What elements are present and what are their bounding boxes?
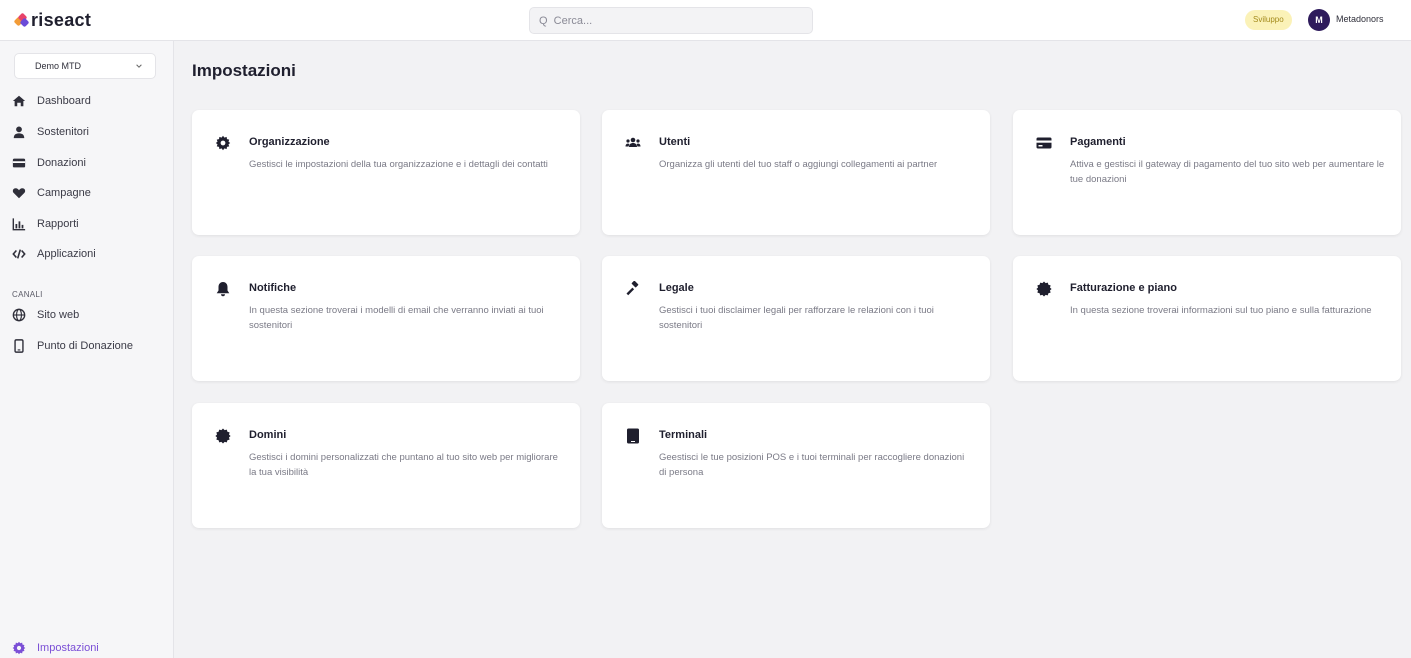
card-title: Legale — [659, 282, 694, 294]
sidebar-item-punto-di-donazione[interactable]: Punto di Donazione — [12, 336, 133, 356]
code-icon — [12, 247, 26, 261]
gavel-icon — [625, 280, 641, 297]
gear-icon — [215, 135, 231, 151]
credit-card-icon — [1036, 135, 1052, 151]
card-title: Fatturazione e piano — [1070, 282, 1177, 294]
card-description: Gestisci i domini personalizzati che pun… — [249, 452, 558, 478]
card-title: Domini — [249, 429, 287, 441]
card-icon — [12, 156, 26, 170]
card-description: Gestisci i tuoi disclaimer legali per ra… — [659, 305, 934, 331]
card-description: Geestisci le tue posizioni POS e i tuoi … — [659, 452, 965, 478]
globe-icon — [12, 308, 26, 322]
page-title: Impostazioni — [192, 61, 296, 80]
search-box[interactable] — [529, 7, 813, 34]
sidebar-item-donazioni[interactable]: Donazioni — [12, 153, 86, 173]
sidebar-item-label: Impostazioni — [37, 642, 99, 654]
sidebar-item-sito-web[interactable]: Sito web — [12, 305, 79, 325]
card-title: Utenti — [659, 136, 691, 148]
user-name[interactable]: Metadonors — [1336, 14, 1384, 24]
settings-card-pagamenti[interactable]: Pagamenti Attiva e gestisci il gateway d… — [1013, 110, 1401, 235]
tablet-icon — [625, 428, 641, 444]
chevron-down-icon — [136, 64, 142, 68]
card-description: Organizza gli utenti del tuo staff o agg… — [659, 159, 938, 170]
settings-card-legale[interactable]: Legale Gestisci i tuoi disclaimer legali… — [602, 256, 990, 381]
card-title: Notifiche — [249, 282, 297, 294]
heart-icon — [12, 186, 26, 200]
user-avatar[interactable]: M — [1308, 9, 1330, 31]
logo-mark-icon — [13, 12, 30, 28]
sidebar-item-impostazioni[interactable]: Impostazioni — [12, 638, 99, 658]
certificate-icon — [215, 428, 231, 444]
sidebar: Demo MTD Dashboard Sostenitori Donazioni… — [0, 41, 174, 658]
app-logo[interactable]: riseact — [13, 10, 92, 30]
sidebar-item-dashboard[interactable]: Dashboard — [12, 91, 91, 111]
sidebar-item-label: Dashboard — [37, 95, 91, 107]
organization-selector[interactable]: Demo MTD — [14, 53, 156, 79]
bell-icon — [215, 281, 231, 297]
sidebar-item-label: Punto di Donazione — [37, 340, 134, 352]
sidebar-item-label: Applicazioni — [37, 248, 96, 260]
card-title: Organizzazione — [249, 136, 330, 148]
sidebar-item-sostenitori[interactable]: Sostenitori — [12, 122, 89, 142]
organization-selector-label: Demo MTD — [35, 61, 82, 71]
mobile-icon — [12, 339, 26, 353]
certificate-icon — [1036, 281, 1052, 297]
settings-card-domini[interactable]: Domini Gestisci i domini personalizzati … — [192, 403, 580, 528]
card-description: In questa sezione troverai i modelli di … — [249, 305, 544, 331]
user-icon — [12, 125, 26, 139]
top-bar: riseact Sviluppo M Metadonors — [0, 0, 1411, 41]
settings-card-fatturazione-e-piano[interactable]: Fatturazione e piano In questa sezione t… — [1013, 256, 1401, 381]
sidebar-item-label: Donazioni — [37, 157, 86, 169]
settings-card-organizzazione[interactable]: Organizzazione Gestisci le impostazioni … — [192, 110, 580, 235]
settings-card-notifiche[interactable]: Notifiche In questa sezione troverai i m… — [192, 256, 580, 381]
sidebar-item-label: Sito web — [37, 309, 80, 321]
home-icon — [12, 94, 26, 108]
sidebar-item-applicazioni[interactable]: Applicazioni — [12, 244, 96, 264]
card-description: Attiva e gestisci il gateway di pagament… — [1070, 159, 1385, 185]
settings-card-terminali[interactable]: Terminali Geestisci le tue posizioni POS… — [602, 403, 990, 528]
settings-card-utenti[interactable]: Utenti Organizza gli utenti del tuo staf… — [602, 110, 990, 235]
channels-section-label: CANALI — [12, 290, 43, 299]
card-description: Gestisci le impostazioni della tua organ… — [249, 159, 548, 170]
card-title: Pagamenti — [1070, 136, 1126, 148]
sidebar-item-label: Sostenitori — [37, 126, 89, 138]
sidebar-item-rapporti[interactable]: Rapporti — [12, 214, 79, 234]
card-title: Terminali — [659, 429, 708, 441]
search-input[interactable] — [539, 14, 779, 27]
gear-icon — [12, 641, 26, 655]
card-description: In questa sezione troverai informazioni … — [1070, 305, 1372, 316]
sidebar-item-label: Rapporti — [37, 218, 79, 230]
logo-text: riseact — [31, 10, 92, 30]
sidebar-item-label: Campagne — [37, 187, 91, 199]
users-icon — [625, 135, 641, 151]
chart-icon — [12, 217, 26, 231]
sidebar-item-campagne[interactable]: Campagne — [12, 183, 91, 203]
environment-badge: Sviluppo — [1245, 10, 1292, 30]
